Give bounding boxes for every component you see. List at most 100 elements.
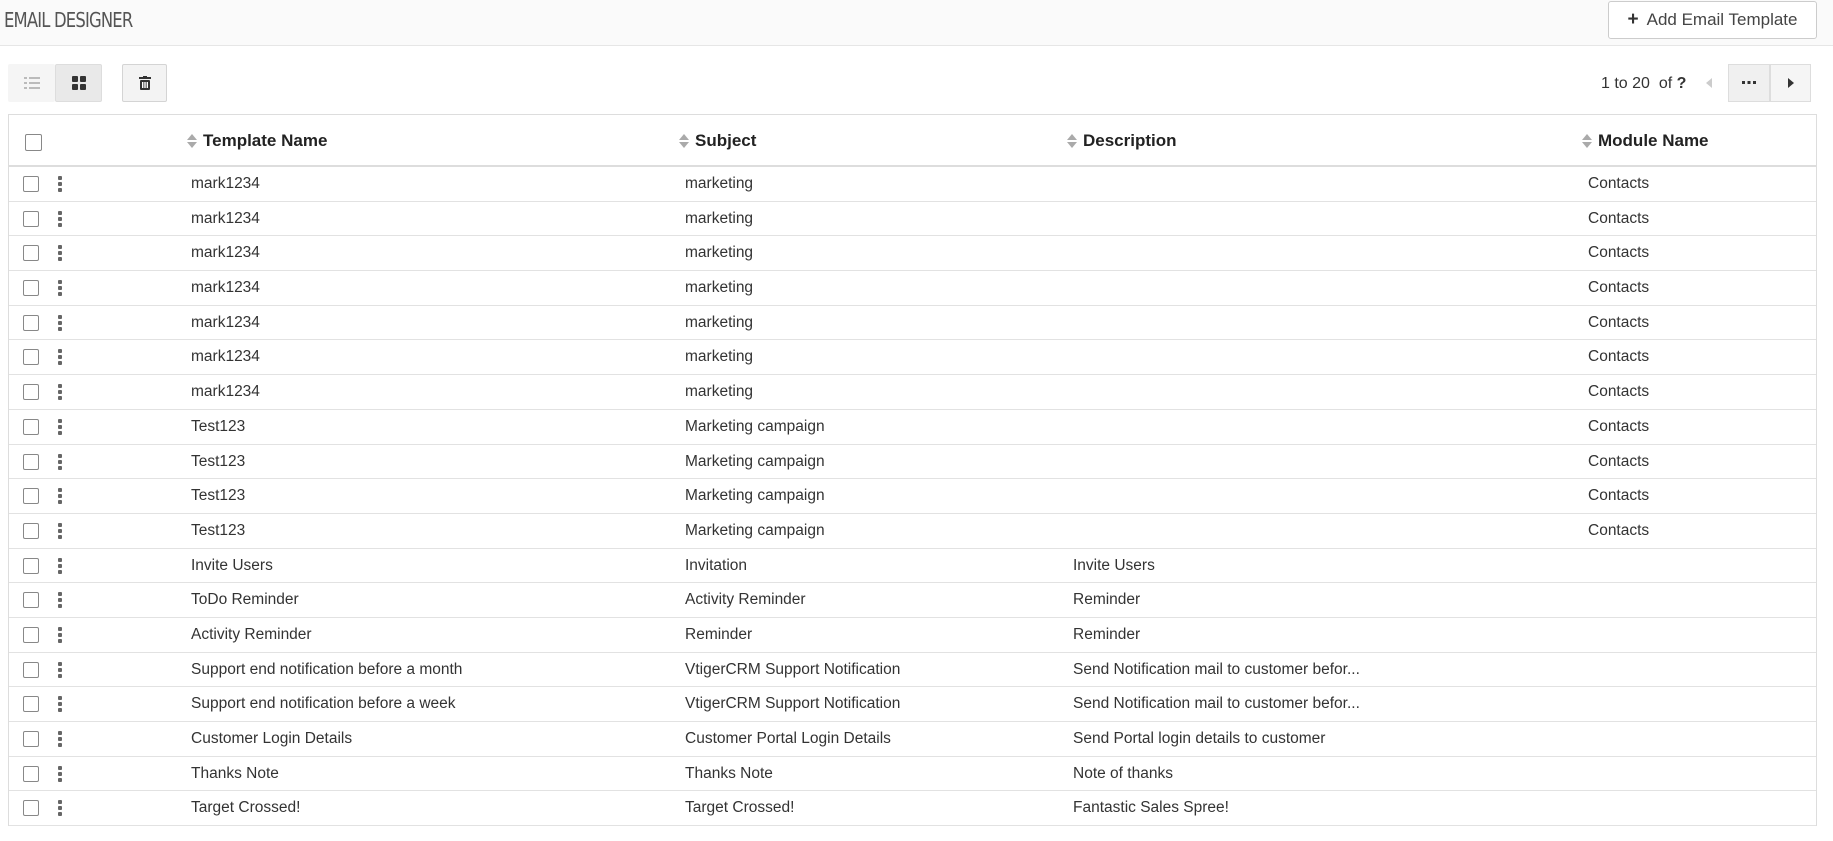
table-row[interactable]: mark1234 marketing Contacts: [9, 167, 1816, 202]
table-row[interactable]: Test123 Marketing campaign Contacts: [9, 410, 1816, 445]
table-row[interactable]: Support end notification before a week Vt…: [9, 687, 1816, 722]
template-name-cell[interactable]: mark1234: [191, 348, 260, 366]
row-checkbox[interactable]: [23, 800, 39, 817]
row-actions-icon[interactable]: [57, 731, 63, 747]
sort-icon: [187, 134, 197, 148]
add-email-template-button[interactable]: + Add Email Template: [1608, 1, 1817, 39]
row-checkbox[interactable]: [23, 731, 39, 747]
previous-page-button[interactable]: [1690, 64, 1728, 102]
row-checkbox[interactable]: [23, 626, 39, 643]
row-actions-icon[interactable]: [57, 176, 63, 192]
table-row[interactable]: Support end notification before a month V…: [9, 653, 1816, 688]
subject-cell: Reminder: [685, 625, 753, 643]
row-checkbox[interactable]: [23, 210, 39, 227]
template-name-cell[interactable]: Customer Login Details: [191, 730, 352, 748]
row-actions-icon[interactable]: [57, 245, 63, 262]
description-cell: Send Notification mail to customer befor…: [1073, 660, 1360, 678]
column-header-template-name[interactable]: Template Name: [187, 131, 327, 151]
table-row[interactable]: Customer Login Details Customer Portal Lo…: [9, 722, 1816, 757]
template-name-cell[interactable]: Activity Reminder: [191, 626, 312, 644]
row-actions-icon[interactable]: [57, 557, 63, 574]
subject-cell: marketing: [685, 175, 754, 192]
table-row[interactable]: mark1234 marketing Contacts: [9, 306, 1816, 341]
table-row[interactable]: mark1234 marketing Contacts: [9, 202, 1816, 237]
row-actions-icon[interactable]: [57, 488, 63, 505]
list-view-button[interactable]: [8, 64, 55, 102]
delete-button[interactable]: [122, 64, 167, 102]
template-name-cell[interactable]: mark1234: [191, 314, 260, 332]
template-name-cell[interactable]: Support end notification before a month: [191, 661, 462, 679]
template-name-cell[interactable]: mark1234: [191, 383, 260, 401]
row-actions-icon[interactable]: [57, 522, 63, 539]
template-name-cell[interactable]: Invite Users: [191, 557, 273, 575]
table-row[interactable]: mark1234 marketing Contacts: [9, 340, 1816, 376]
template-name-cell[interactable]: Test123: [191, 522, 245, 540]
row-checkbox[interactable]: [23, 176, 39, 192]
table-row[interactable]: Invite Users Invitation Invite Users: [9, 549, 1816, 584]
next-page-button[interactable]: [1770, 64, 1811, 102]
row-actions-icon[interactable]: [57, 210, 63, 227]
table-row[interactable]: Thanks Note Thanks Note Note of thanks: [9, 757, 1816, 792]
pagination-total[interactable]: ?: [1677, 75, 1687, 92]
subject-cell: Target Crossed!: [685, 799, 795, 817]
table-row[interactable]: mark1234 marketing Contacts: [9, 271, 1816, 306]
row-checkbox[interactable]: [23, 453, 39, 470]
table-row[interactable]: Target Crossed! Target Crossed! Fantastic …: [9, 791, 1816, 827]
row-checkbox[interactable]: [23, 349, 39, 366]
description-cell: Send Notification mail to customer befor…: [1073, 695, 1360, 713]
row-checkbox[interactable]: [23, 280, 39, 297]
row-actions-icon[interactable]: [57, 453, 63, 470]
template-name-cell[interactable]: mark1234: [191, 279, 260, 297]
subject-cell: Invitation: [685, 556, 748, 574]
row-actions-icon[interactable]: [57, 592, 63, 609]
row-checkbox[interactable]: [23, 592, 39, 609]
row-checkbox[interactable]: [23, 488, 39, 505]
template-name-cell[interactable]: mark1234: [191, 244, 260, 262]
row-actions-icon[interactable]: [57, 349, 63, 366]
template-name-cell[interactable]: Thanks Note: [191, 765, 279, 783]
row-checkbox[interactable]: [23, 522, 39, 539]
select-all-checkbox[interactable]: [25, 134, 42, 151]
template-name-cell[interactable]: mark1234: [191, 175, 260, 193]
row-actions-icon[interactable]: [57, 765, 63, 782]
template-name-cell[interactable]: Test123: [191, 453, 245, 471]
row-checkbox[interactable]: [23, 765, 39, 782]
row-actions-icon[interactable]: [57, 384, 63, 401]
row-actions-icon[interactable]: [57, 418, 63, 435]
grid-icon: [71, 76, 86, 90]
more-pages-button[interactable]: [1728, 64, 1770, 102]
row-checkbox[interactable]: [23, 314, 39, 331]
row-actions-icon[interactable]: [57, 314, 63, 331]
table-row[interactable]: mark1234 marketing Contacts: [9, 236, 1816, 272]
row-checkbox[interactable]: [23, 418, 39, 435]
column-header-subject[interactable]: Subject: [679, 131, 756, 151]
template-name-cell[interactable]: mark1234: [191, 210, 260, 228]
row-checkbox[interactable]: [23, 557, 39, 574]
table-header: Template Name Subject Description Module…: [9, 115, 1816, 167]
subject-cell: marketing: [685, 279, 754, 297]
grid-view-button[interactable]: [55, 64, 102, 102]
row-checkbox[interactable]: [23, 661, 39, 678]
row-actions-icon[interactable]: [57, 626, 63, 643]
row-checkbox[interactable]: [23, 245, 39, 262]
template-name-cell[interactable]: Target Crossed!: [191, 799, 300, 817]
subject-cell: marketing: [685, 383, 754, 401]
table-row[interactable]: Test123 Marketing campaign Contacts: [9, 514, 1816, 549]
column-header-description[interactable]: Description: [1067, 131, 1177, 151]
table-row[interactable]: Activity Reminder Reminder Reminder: [9, 618, 1816, 653]
row-checkbox[interactable]: [23, 696, 39, 713]
table-row[interactable]: Test123 Marketing campaign Contacts: [9, 445, 1816, 480]
row-actions-icon[interactable]: [57, 280, 63, 297]
template-name-cell[interactable]: Support end notification before a week: [191, 695, 456, 713]
row-actions-icon[interactable]: [57, 661, 63, 678]
table-row[interactable]: ToDo Reminder Activity Reminder Reminder: [9, 583, 1816, 618]
column-header-module-name[interactable]: Module Name: [1582, 131, 1709, 151]
template-name-cell[interactable]: Test123: [191, 487, 245, 505]
row-actions-icon[interactable]: [57, 800, 63, 817]
table-row[interactable]: mark1234 marketing Contacts: [9, 375, 1816, 410]
template-name-cell[interactable]: ToDo Reminder: [191, 591, 299, 609]
template-name-cell[interactable]: Test123: [191, 418, 245, 436]
row-actions-icon[interactable]: [57, 696, 63, 713]
table-row[interactable]: Test123 Marketing campaign Contacts: [9, 479, 1816, 514]
row-checkbox[interactable]: [23, 384, 39, 401]
